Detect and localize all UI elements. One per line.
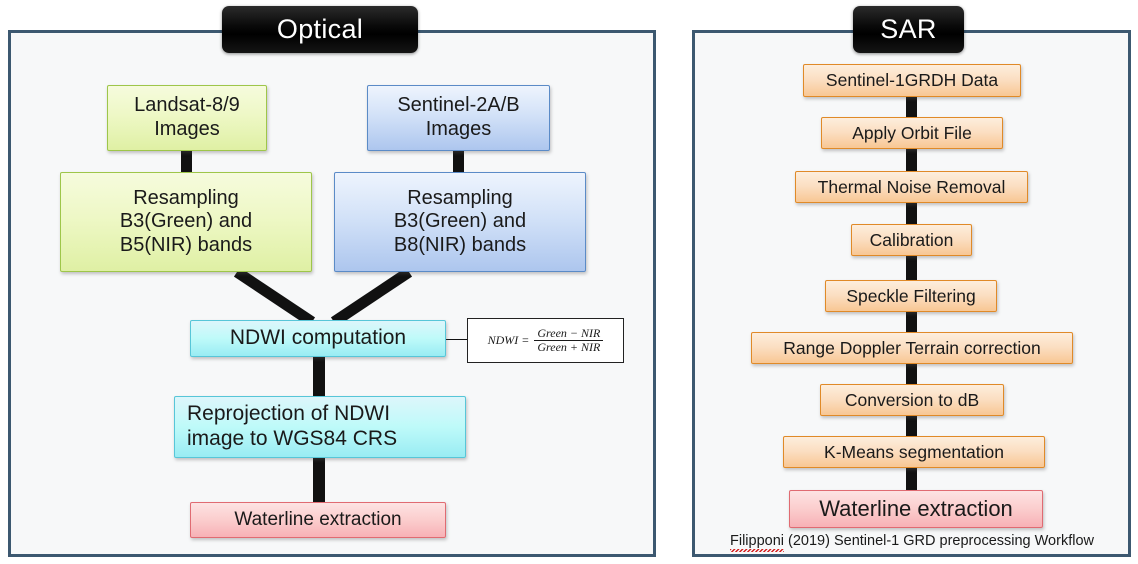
node-thermal-noise-removal[interactable]: Thermal Noise Removal	[795, 171, 1028, 203]
node-landsat-images-line2: Images	[154, 118, 220, 140]
tab-sar[interactable]: SAR	[853, 6, 964, 53]
connector-sar-1	[906, 95, 917, 118]
node-sentinel2-images-line1: Sentinel-2A/B	[397, 94, 520, 117]
node-resampling-landsat-line2: B3(Green) and	[119, 210, 253, 233]
connector-sar-6	[906, 362, 917, 385]
node-thermal-noise-removal-label: Thermal Noise Removal	[817, 176, 1006, 197]
connector-sar-4	[906, 256, 917, 280]
sar-caption-rest: (2019) Sentinel-1 GRD preprocessing Work…	[783, 533, 1094, 549]
node-sentinel1-data-label: Sentinel-1GRDH Data	[825, 70, 999, 91]
tab-optical[interactable]: Optical	[222, 6, 418, 53]
tab-sar-label: SAR	[880, 14, 937, 44]
node-resampling-landsat-line3: B5(NIR) bands	[119, 233, 253, 256]
connector-sar-8	[906, 466, 917, 492]
connector-landsat-to-resampling	[181, 150, 192, 172]
node-reprojection[interactable]: Reprojection of NDWI image to WGS84 CRS	[174, 396, 466, 458]
node-waterline-extraction-sar[interactable]: Waterline extraction	[789, 490, 1043, 528]
formula-numerator: Green − NIR	[537, 326, 601, 341]
node-resampling-sentinel2-line3: B8(NIR) bands	[393, 233, 527, 256]
node-resampling-sentinel2-line2: B3(Green) and	[393, 210, 527, 233]
node-landsat-images[interactable]: Landsat-8/9 Images	[107, 85, 267, 151]
node-waterline-sar-label: Waterline extraction	[819, 496, 1013, 522]
node-sentinel1-grdh-data[interactable]: Sentinel-1GRDH Data	[803, 64, 1021, 97]
node-resampling-sentinel2-line1: Resampling	[407, 186, 513, 209]
node-ndwi-computation-label: NDWI computation	[229, 326, 407, 350]
node-conversion-to-db[interactable]: Conversion to dB	[820, 384, 1004, 416]
node-resampling-landsat[interactable]: Resampling B3(Green) and B5(NIR) bands	[60, 172, 312, 272]
connector-ndwi-to-reprojection	[313, 356, 325, 398]
node-conversion-db-label: Conversion to dB	[844, 389, 980, 410]
diagram-canvas: Landsat-8/9 Images Sentinel-2A/B Images …	[0, 0, 1138, 564]
node-reprojection-line1: Reprojection of NDWI	[187, 402, 391, 426]
node-calibration-label: Calibration	[869, 229, 954, 250]
connector-sar-5	[906, 311, 917, 333]
node-waterline-optical-label: Waterline extraction	[234, 508, 402, 530]
node-kmeans-segmentation-label: K-Means segmentation	[824, 441, 1004, 462]
formula-denominator: Green + NIR	[534, 340, 604, 354]
node-kmeans-segmentation[interactable]: K-Means segmentation	[783, 436, 1045, 468]
node-speckle-filtering-label: Speckle Filtering	[846, 285, 976, 306]
node-resampling-landsat-line1: Resampling	[133, 186, 239, 209]
connector-sentinel2-to-resampling	[453, 150, 464, 172]
connector-ndwi-to-formula	[446, 339, 468, 340]
node-landsat-images-line1: Landsat-8/9	[134, 94, 240, 117]
connector-sar-3	[906, 201, 917, 224]
node-waterline-extraction-optical[interactable]: Waterline extraction	[190, 502, 446, 538]
node-sentinel2-images-line2: Images	[425, 118, 492, 140]
tab-optical-label: Optical	[276, 14, 364, 44]
connector-sar-2	[906, 148, 917, 171]
node-speckle-filtering[interactable]: Speckle Filtering	[825, 280, 997, 312]
node-range-doppler-terrain-correction[interactable]: Range Doppler Terrain correction	[751, 332, 1073, 364]
sar-caption-author: Filipponi	[729, 533, 784, 552]
node-range-doppler-label: Range Doppler Terrain correction	[783, 337, 1041, 358]
node-ndwi-computation[interactable]: NDWI computation	[190, 320, 446, 357]
ndwi-formula-box: NDWI = Green − NIR Green + NIR	[467, 318, 624, 363]
node-calibration[interactable]: Calibration	[851, 224, 972, 256]
formula-fraction: Green − NIR Green + NIR	[534, 326, 604, 354]
formula-lhs: NDWI =	[487, 333, 530, 347]
connector-sar-7	[906, 414, 917, 437]
panel-optical	[8, 30, 656, 557]
connector-reprojection-to-waterline	[313, 457, 325, 503]
sar-caption: Filipponi (2019) Sentinel-1 GRD preproce…	[706, 533, 1118, 552]
node-apply-orbit-file-label: Apply Orbit File	[852, 122, 972, 143]
node-apply-orbit-file[interactable]: Apply Orbit File	[821, 117, 1003, 149]
node-resampling-sentinel2[interactable]: Resampling B3(Green) and B8(NIR) bands	[334, 172, 586, 272]
node-sentinel2-images[interactable]: Sentinel-2A/B Images	[367, 85, 550, 151]
node-reprojection-line2: image to WGS84 CRS	[187, 427, 398, 450]
